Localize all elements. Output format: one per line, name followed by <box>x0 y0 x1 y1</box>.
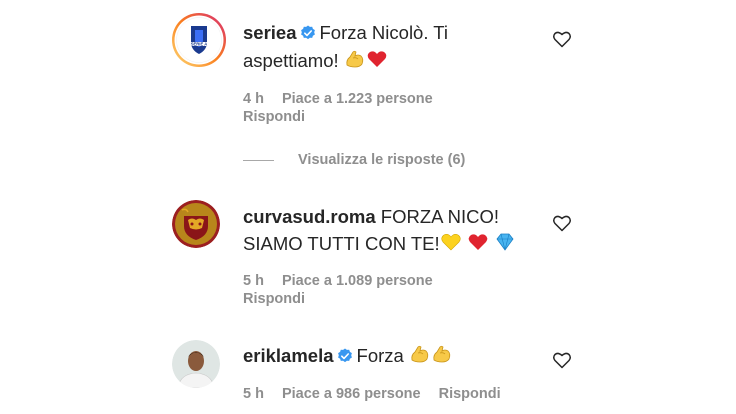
comment-text: Forza Nicolò. Ti <box>319 22 449 43</box>
likes-count[interactable]: Piace a 1.223 persone <box>282 91 433 107</box>
timestamp: 5 h <box>243 273 264 289</box>
username[interactable]: curvasud.roma <box>243 206 376 227</box>
reply-button[interactable]: Rispondi <box>243 290 305 308</box>
comment-line-2: SIAMO TUTTI CON TE! <box>243 231 516 258</box>
flexed-biceps-icon <box>431 343 453 370</box>
avatar[interactable]: SERIE A <box>171 12 227 68</box>
replies-divider <box>243 159 274 161</box>
verified-badge-icon <box>300 24 316 46</box>
comment-meta: 5 h Piace a 986 persone Rispondi <box>243 385 519 403</box>
view-replies-button[interactable]: Visualizza le risposte (6) <box>243 150 465 170</box>
avatar[interactable] <box>172 200 220 248</box>
likes-count[interactable]: Piace a 1.089 persone <box>282 273 433 289</box>
yellow-heart-icon <box>440 231 462 258</box>
likes-count[interactable]: Piace a 986 persone <box>282 386 421 402</box>
comment-line-2: aspettiamo! <box>243 48 388 75</box>
as-roma-crest-icon <box>172 200 220 248</box>
comment-line-1: eriklamela Forza <box>243 343 453 370</box>
red-heart-icon <box>467 231 489 258</box>
reply-button[interactable]: Rispondi <box>439 386 501 402</box>
verified-badge-icon <box>337 347 353 369</box>
flexed-biceps-icon <box>409 343 431 370</box>
serie-a-logo-icon: SERIE A <box>172 13 226 67</box>
timestamp: 5 h <box>243 386 264 402</box>
comment-meta: 5 h Piace a 1.089 persone <box>243 272 451 290</box>
comment-text: FORZA NICO! <box>380 206 499 227</box>
username[interactable]: seriea <box>243 22 297 43</box>
view-replies-label: Visualizza le risposte (6) <box>298 152 466 168</box>
reply-button[interactable]: Rispondi <box>243 108 305 126</box>
avatar[interactable] <box>172 340 220 388</box>
flexed-biceps-icon <box>344 48 366 75</box>
red-heart-icon <box>366 48 388 75</box>
heart-icon[interactable] <box>552 351 572 369</box>
gem-stone-icon <box>494 231 516 258</box>
profile-photo-icon <box>172 340 220 388</box>
comments-panel: SERIE A seriea Forza Nicolò. Ti aspettiam… <box>0 0 736 414</box>
heart-icon[interactable] <box>552 214 572 232</box>
comment-text-cont: aspettiamo! <box>243 50 339 71</box>
comment-meta: 4 h Piace a 1.223 persone <box>243 90 451 108</box>
timestamp: 4 h <box>243 91 264 107</box>
comment-text-cont: SIAMO TUTTI CON TE! <box>243 233 440 254</box>
comment-line-1: seriea Forza Nicolò. Ti <box>243 22 448 46</box>
heart-icon[interactable] <box>552 30 572 48</box>
serie-a-logo-text: SERIE A <box>191 42 208 47</box>
comment-line-1: curvasud.roma FORZA NICO! <box>243 206 499 228</box>
comment-text: Forza <box>356 345 404 366</box>
username[interactable]: eriklamela <box>243 345 334 366</box>
